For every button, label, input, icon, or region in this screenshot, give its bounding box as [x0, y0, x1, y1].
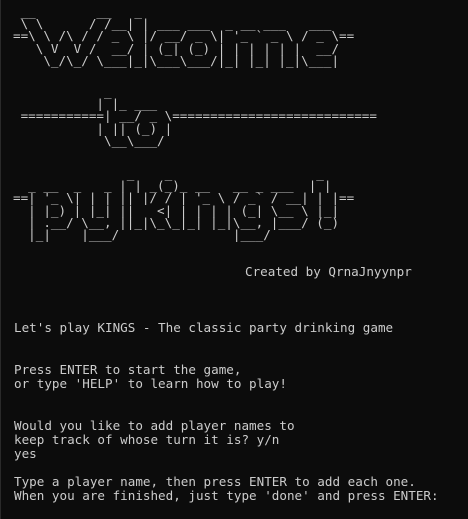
ascii-banner-pykings: _ _ _ _ __ _ _ | | _(_)_ __ __ _ ___ | |…: [13, 166, 355, 243]
ascii-banner-to: _ | |_ ___ ===========| __/ _ \=========…: [20, 84, 377, 148]
scrollbar[interactable]: [464, 0, 468, 519]
player-names-prompt-line-2: keep track of whose turn it is? y/n: [14, 432, 280, 447]
ascii-banner-welcome: __ __ _ \ \ / /__| | ___ ___ _ __ ___ __…: [13, 4, 355, 68]
terminal-window[interactable]: __ __ _ \ \ / /__| | ___ ___ _ __ ___ __…: [0, 0, 468, 519]
start-instruction-line-2: or type 'HELP' to learn how to play!: [14, 376, 287, 391]
add-player-instruction-line-2: When you are finished, just type 'done' …: [14, 488, 439, 503]
author-credit: Created by QrnaJnyynpr: [245, 264, 412, 279]
player-names-prompt-line-1: Would you like to add player names to: [14, 418, 295, 433]
start-instruction-line-1: Press ENTER to start the game,: [14, 362, 242, 377]
add-player-instruction-line-1: Type a player name, then press ENTER to …: [14, 474, 416, 489]
intro-text: Let's play KINGS - The classic party dri…: [14, 320, 394, 335]
user-input-answer: yes: [14, 446, 37, 461]
